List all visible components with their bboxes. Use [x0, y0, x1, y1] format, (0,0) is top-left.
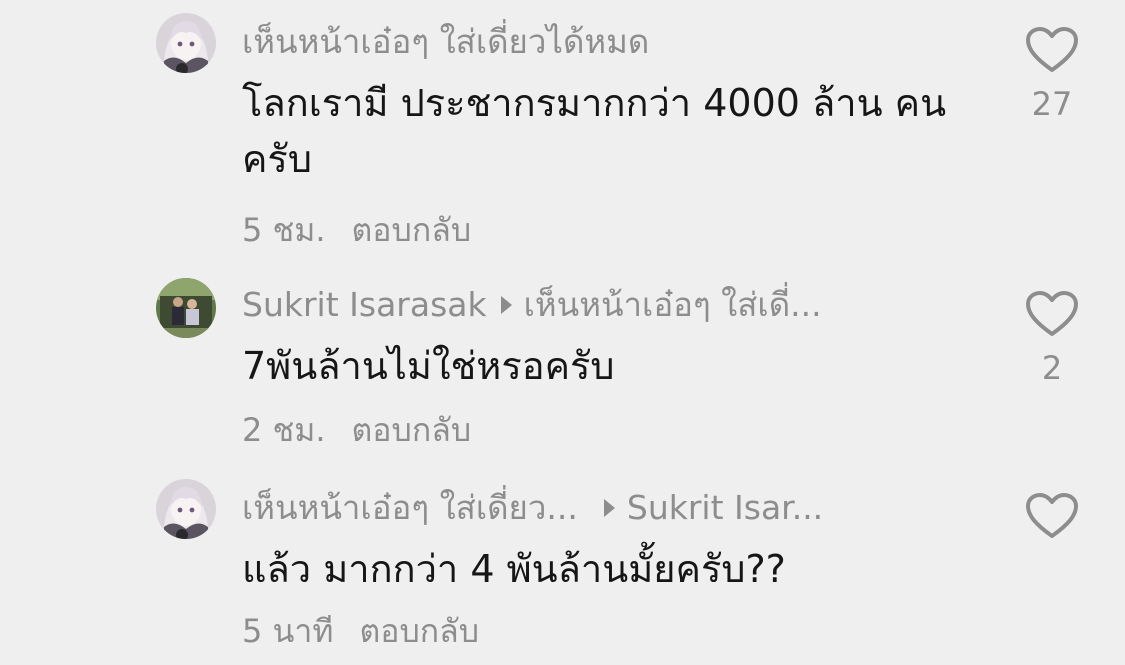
heart-icon	[1026, 291, 1078, 336]
reply-to-name[interactable]: Sukrit Isar...	[627, 486, 823, 530]
anime-girl-avatar-icon	[156, 479, 216, 539]
photo-avatar-icon	[156, 278, 216, 338]
author-name[interactable]: เห็นหน้าเอ๋อๆ ใส่เดี่ยว...	[242, 486, 578, 530]
comment-text: แล้ว มากกว่า 4 พันล้านมั้ยครับ??	[242, 547, 786, 591]
avatar[interactable]	[156, 13, 216, 73]
comment-time: 2 ชม.	[242, 411, 326, 449]
avatar[interactable]	[156, 479, 216, 539]
like-button[interactable]: 2	[1024, 290, 1080, 386]
comment-header: Sukrit Isarasak เห็นหน้าเอ๋อๆ ใส่เดี่...	[242, 283, 912, 327]
like-count: 2	[1041, 349, 1063, 387]
anime-girl-avatar-icon	[156, 13, 216, 73]
comment-meta: 5 นาที ตอบกลับ	[242, 609, 479, 653]
reply-button[interactable]: ตอบกลับ	[359, 612, 479, 650]
heart-icon	[1026, 493, 1078, 538]
reply-arrow-icon	[603, 499, 615, 517]
comment-time: 5 ชม.	[242, 211, 326, 249]
author-name[interactable]: Sukrit Isarasak	[242, 283, 487, 327]
like-button[interactable]: 27	[1024, 26, 1080, 122]
avatar[interactable]	[156, 278, 216, 338]
reply-arrow-icon	[500, 296, 512, 314]
comment-meta: 5 ชม. ตอบกลับ	[242, 208, 471, 252]
comment-text: 7พันล้านไม่ใช่หรอครับ	[242, 344, 615, 388]
heart-icon	[1026, 27, 1078, 72]
reply-to-name[interactable]: เห็นหน้าเอ๋อๆ ใส่เดี่...	[524, 283, 822, 327]
comment-header: เห็นหน้าเอ๋อๆ ใส่เดี่ยวได้หมด	[242, 20, 912, 64]
comment-time: 5 นาที	[242, 612, 334, 650]
like-button[interactable]	[1024, 492, 1080, 540]
reply-button[interactable]: ตอบกลับ	[352, 211, 472, 249]
like-count: 27	[1031, 85, 1073, 123]
comment-header: เห็นหน้าเอ๋อๆ ใส่เดี่ยว... Sukrit Isar..…	[242, 486, 912, 530]
author-name[interactable]: เห็นหน้าเอ๋อๆ ใส่เดี่ยวได้หมด	[242, 20, 649, 64]
reply-button[interactable]: ตอบกลับ	[352, 411, 472, 449]
comment-meta: 2 ชม. ตอบกลับ	[242, 408, 471, 452]
comment-text: โลกเรามี ประชากรมากกว่า 4000 ล้าน คนครับ	[242, 81, 947, 181]
